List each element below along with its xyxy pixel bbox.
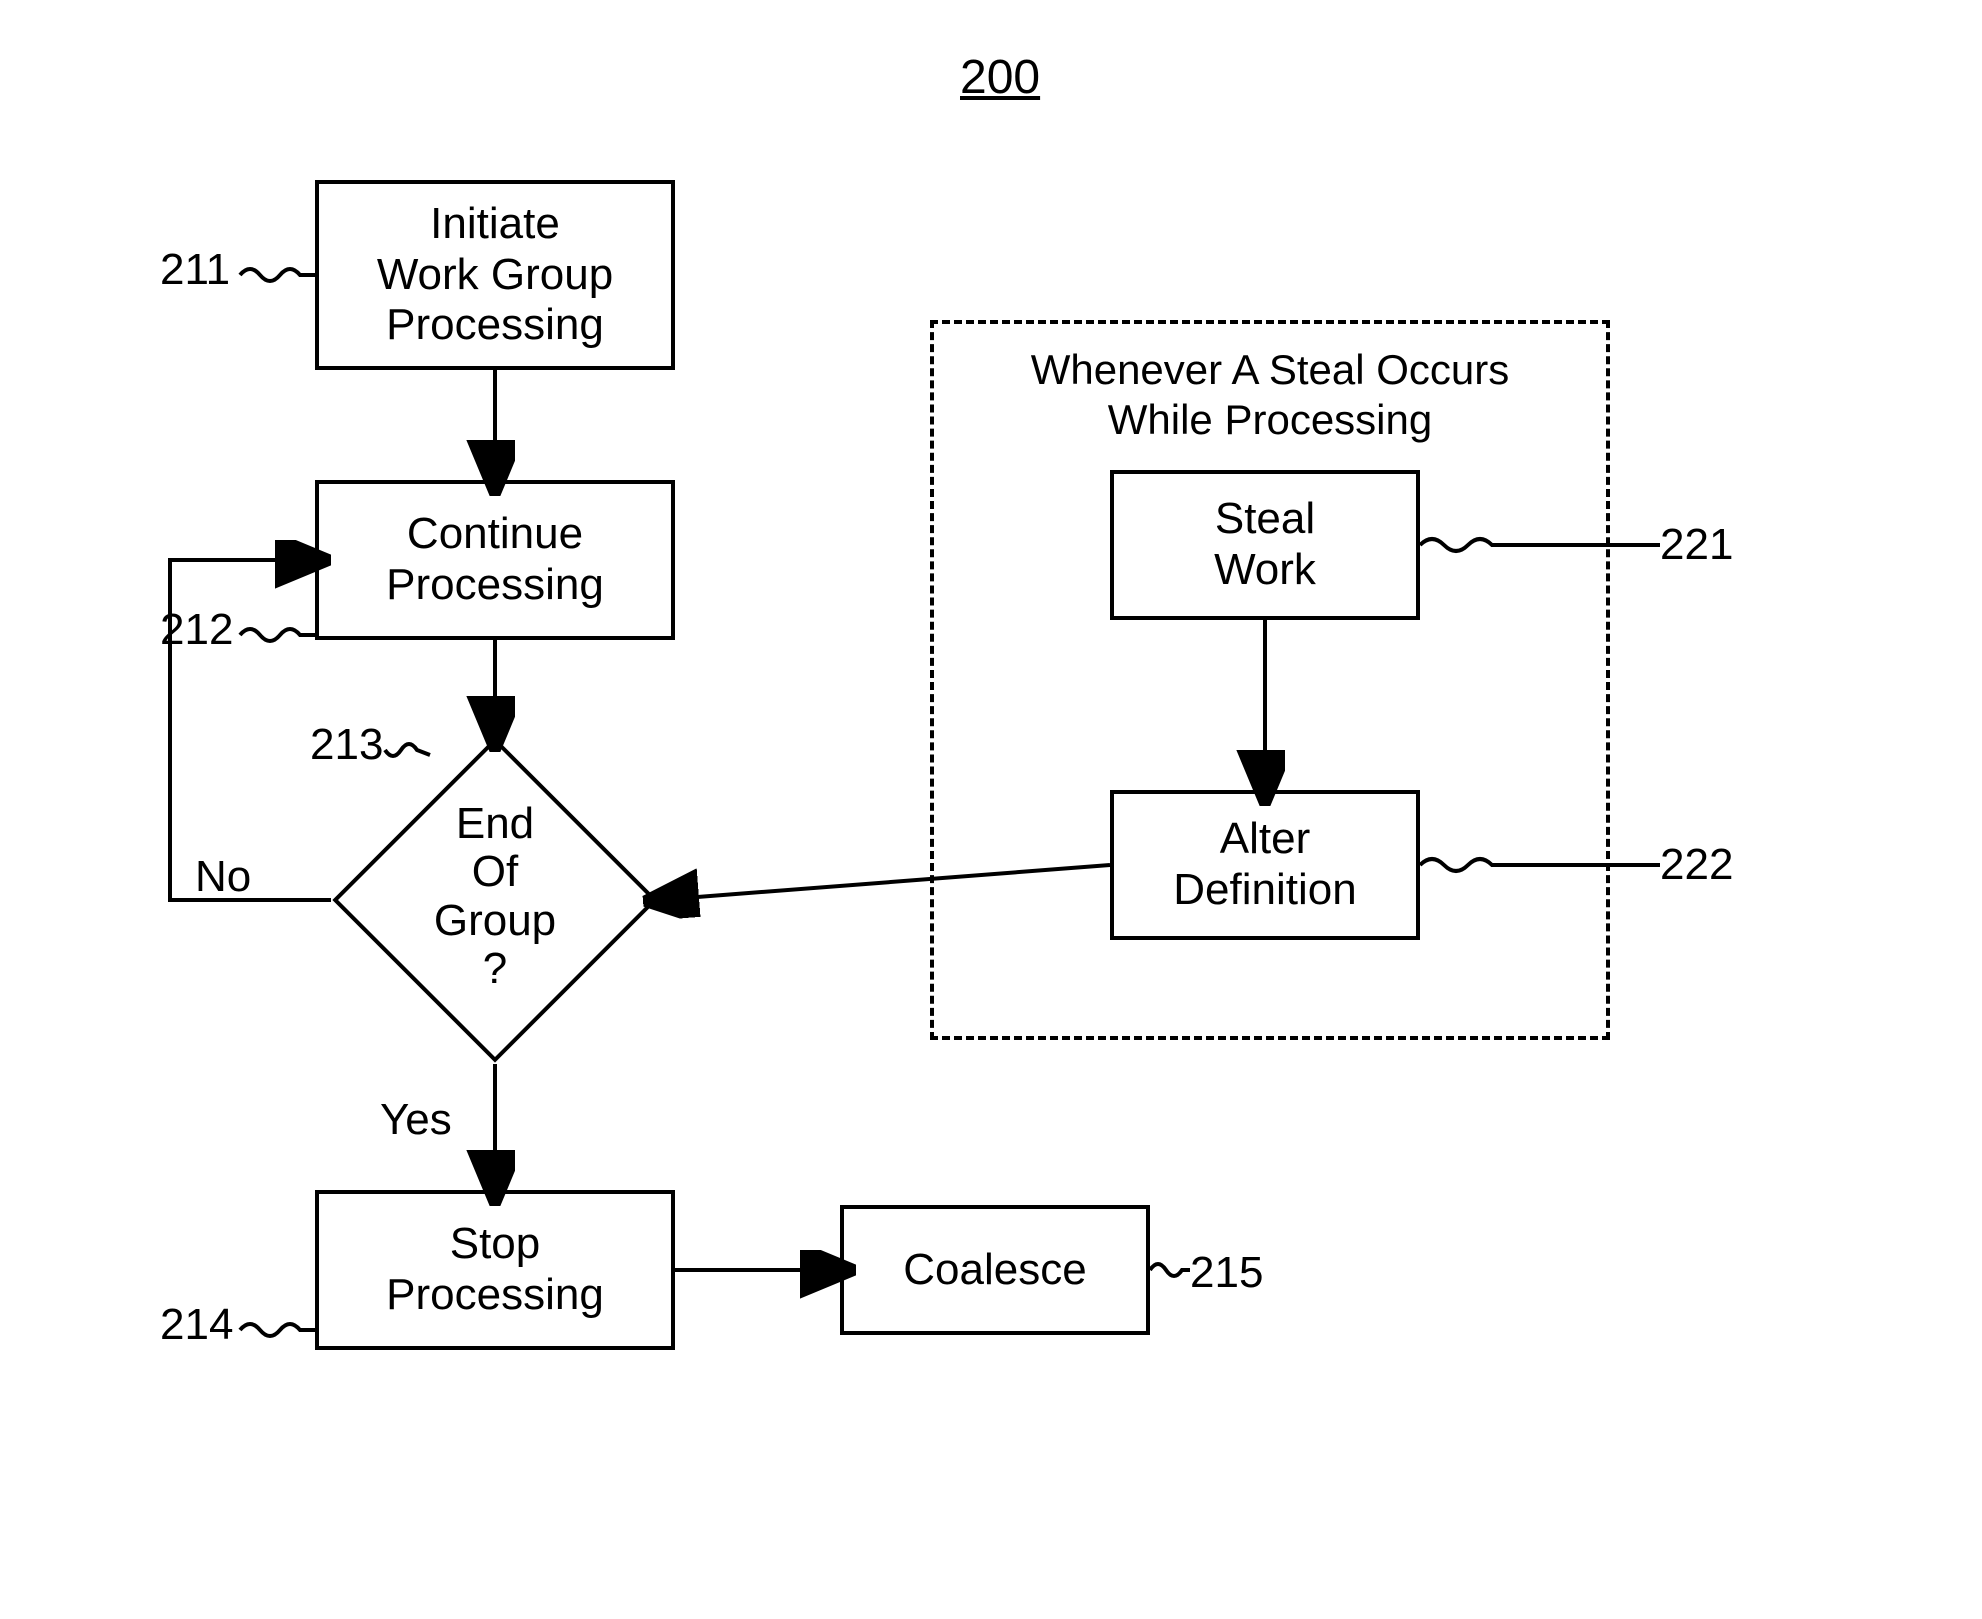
ref-211: 211 (160, 245, 230, 295)
node-initiate-text: InitiateWork GroupProcessing (377, 199, 613, 351)
node-coalesce: Coalesce (840, 1205, 1150, 1335)
node-continue-text: ContinueProcessing (386, 509, 604, 610)
node-alter: AlterDefinition (1110, 790, 1420, 940)
edge-no-label: No (195, 852, 251, 902)
node-coalesce-text: Coalesce (903, 1245, 1086, 1296)
ref-215: 215 (1190, 1248, 1263, 1298)
node-alter-text: AlterDefinition (1173, 814, 1356, 915)
node-steal: StealWork (1110, 470, 1420, 620)
node-initiate: InitiateWork GroupProcessing (315, 180, 675, 370)
ref-222: 222 (1660, 840, 1733, 890)
node-stop: StopProcessing (315, 1190, 675, 1350)
ref-221: 221 (1660, 520, 1733, 570)
ref-212: 212 (160, 605, 233, 655)
node-stop-text: StopProcessing (386, 1219, 604, 1320)
node-end-of-group-text: EndOfGroup? (395, 800, 595, 994)
ref-214: 214 (160, 1300, 233, 1350)
ref-213: 213 (310, 720, 383, 770)
flowchart-200: 200 InitiateWork GroupProcessing 211 Con… (0, 0, 1982, 1619)
edge-yes-label: Yes (380, 1095, 452, 1145)
node-continue: ContinueProcessing (315, 480, 675, 640)
steal-group-title: Whenever A Steal OccursWhile Processing (975, 345, 1565, 446)
node-steal-text: StealWork (1214, 494, 1316, 595)
figure-number: 200 (960, 50, 1040, 105)
